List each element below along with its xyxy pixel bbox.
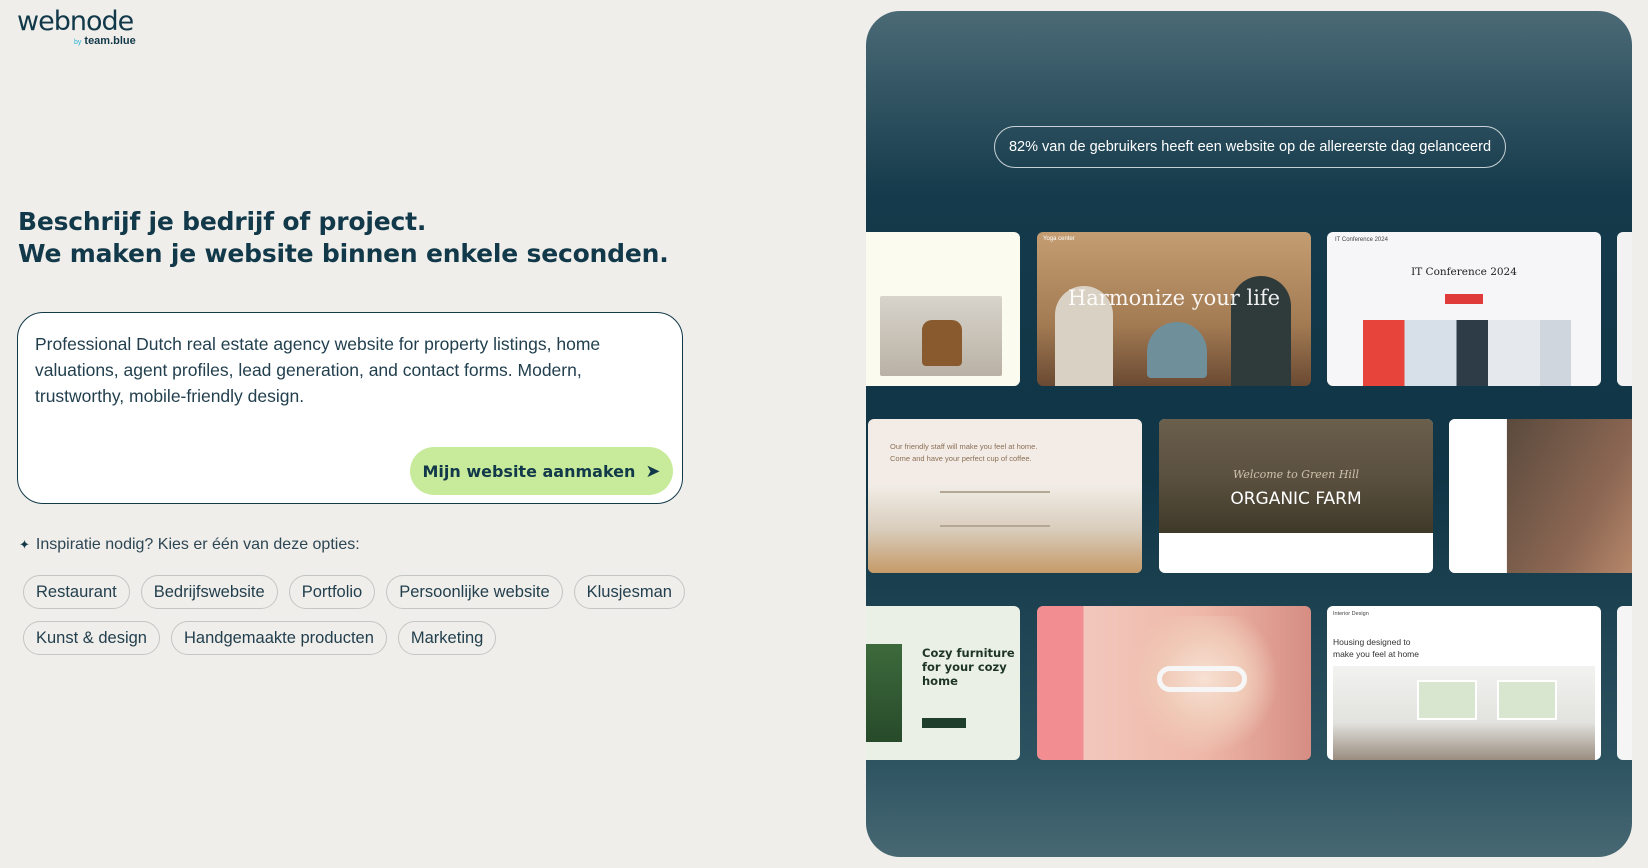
chip-row-2: Kunst & design Handgemaakte producten Ma…: [23, 621, 723, 655]
chip-row-1: Restaurant Bedrijfswebsite Portfolio Per…: [23, 575, 723, 609]
yoga-nav: Yoga center: [1043, 236, 1075, 242]
interior-nav: Interior Design: [1333, 611, 1369, 617]
page-title: Beschrijf je bedrijf of project. We make…: [18, 206, 669, 270]
cafe-photo: [868, 485, 1142, 573]
conference-title: IT Conference 2024: [1411, 266, 1517, 278]
create-website-button-label: Mijn website aanmaken: [422, 461, 636, 481]
interior-title: Housing designed to make you feel at hom…: [1333, 637, 1419, 659]
chip-klusjesman[interactable]: Klusjesman: [573, 575, 685, 609]
template-preview-partial: [1617, 232, 1632, 386]
template-preview-home: [866, 232, 1020, 386]
template-preview-partial-2: [1617, 606, 1632, 760]
project-description-input[interactable]: Professional Dutch real estate agency we…: [35, 331, 615, 421]
template-showcase: 82% van de gebruikers heeft een website …: [866, 11, 1632, 857]
portrait-sidebar: [1449, 419, 1507, 573]
portrait-photo: [1507, 419, 1632, 573]
page-title-line-2: We maken je website binnen enkele second…: [18, 239, 669, 268]
template-preview-cafe: Our friendly staff will make you feel at…: [868, 419, 1142, 573]
webnode-logo[interactable]: webnode by team.blue: [17, 8, 137, 48]
farm-subtitle: Welcome to Green Hill: [1233, 468, 1359, 481]
chip-handgemaakte-producten[interactable]: Handgemaakte producten: [171, 621, 387, 655]
suggestion-chips: Restaurant Bedrijfswebsite Portfolio Per…: [23, 575, 723, 667]
chip-kunst-design[interactable]: Kunst & design: [23, 621, 160, 655]
chip-bedrijfswebsite[interactable]: Bedrijfswebsite: [140, 575, 278, 609]
interior-window-2: [1497, 680, 1557, 720]
create-website-button[interactable]: Mijn website aanmaken ➤: [410, 447, 673, 495]
template-preview-yoga: Yoga center Harmonize your life: [1037, 232, 1311, 386]
template-preview-farm: Welcome to Green Hill ORGANIC FARM: [1159, 419, 1433, 573]
template-preview-conference: IT Conference 2024 IT Conference 2024: [1327, 232, 1601, 386]
arrow-right-icon: ➤: [645, 460, 661, 482]
launch-stat-badge: 82% van de gebruikers heeft een website …: [994, 126, 1506, 168]
template-preview-optician: [1037, 606, 1311, 760]
chip-restaurant[interactable]: Restaurant: [23, 575, 130, 609]
dog-image: [922, 320, 962, 366]
cafe-text: Our friendly staff will make you feel at…: [890, 442, 1038, 463]
template-preview-interior: Interior Design Housing designed to make…: [1327, 606, 1601, 760]
template-preview-furniture: Cozy furniture for your cozy home: [866, 606, 1020, 760]
template-preview-portrait: [1449, 419, 1632, 573]
farm-title: ORGANIC FARM: [1230, 489, 1362, 509]
inspiration-text: Inspiratie nodig? Kies er één van deze o…: [35, 536, 360, 553]
page-title-line-1: Beschrijf je bedrijf of project.: [18, 207, 427, 236]
inspiration-label: ✦ Inspiratie nodig? Kies er één van deze…: [19, 536, 360, 554]
chip-portfolio[interactable]: Portfolio: [288, 575, 376, 609]
chip-marketing[interactable]: Marketing: [397, 621, 497, 655]
prompt-box: Professional Dutch real estate agency we…: [17, 312, 683, 504]
conference-nav: IT Conference 2024: [1335, 237, 1388, 243]
conference-photo: [1363, 320, 1571, 386]
logo-wordmark: webnode: [17, 6, 134, 37]
chip-persoonlijke-website[interactable]: Persoonlijke website: [386, 575, 563, 609]
sparkle-icon: ✦: [19, 537, 30, 552]
yoga-title: Harmonize your life: [1067, 286, 1281, 310]
conference-cta: [1445, 294, 1483, 304]
yoga-person-2: [1147, 322, 1207, 378]
glasses-image: [1157, 666, 1247, 692]
plant-image: [866, 644, 902, 742]
furniture-title: Cozy furniture for your cozy home: [922, 646, 1015, 688]
logo-byline: by team.blue: [74, 35, 136, 47]
interior-window-1: [1417, 680, 1477, 720]
furniture-cta: [922, 718, 966, 728]
